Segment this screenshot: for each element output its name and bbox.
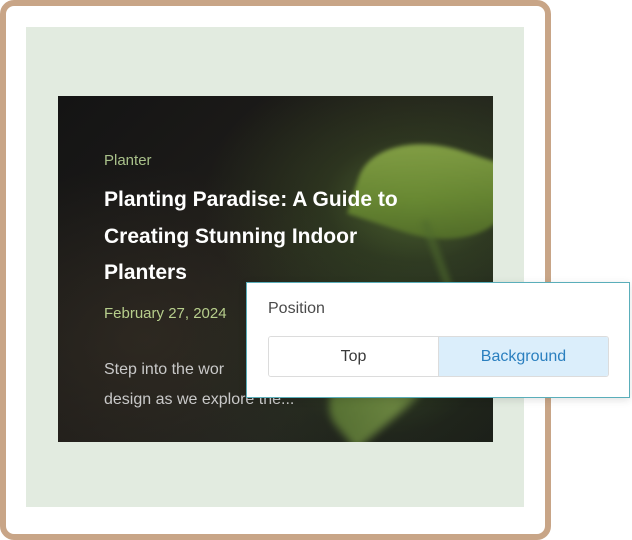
- position-popover: Position Top Background: [246, 282, 630, 398]
- position-option-top[interactable]: Top: [269, 337, 439, 376]
- post-category[interactable]: Planter: [104, 152, 152, 169]
- post-excerpt-text: Step into the wor: [104, 361, 225, 378]
- position-option-background[interactable]: Background: [439, 337, 608, 376]
- position-toggle[interactable]: Top Background: [268, 336, 609, 377]
- post-title[interactable]: Planting Paradise: A Guide to Creating S…: [104, 182, 434, 292]
- post-date: February 27, 2024: [104, 305, 227, 322]
- position-label: Position: [268, 300, 325, 317]
